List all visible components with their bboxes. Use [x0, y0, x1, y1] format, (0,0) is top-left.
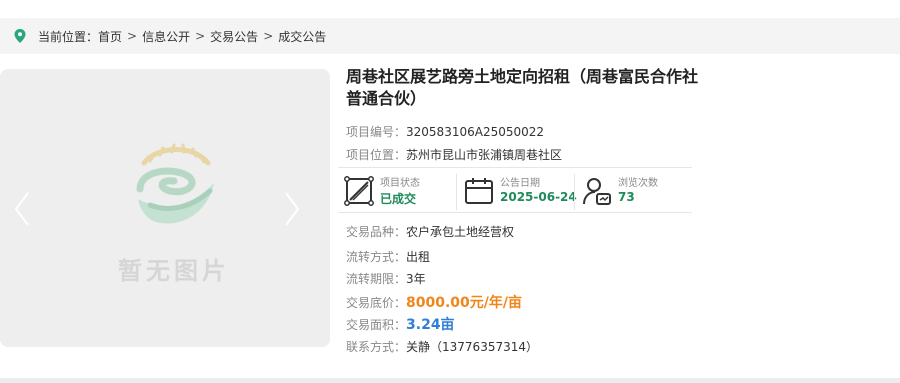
variety-row: 交易品种：农户承包土地经营权 [346, 223, 514, 240]
breadcrumb-separator: > [127, 29, 138, 43]
breadcrumb-deal-notice[interactable]: 成交公告 [278, 28, 326, 45]
area-row: 交易面积：3.24亩 [346, 314, 455, 334]
status-value: 已成交 [380, 192, 417, 206]
divider [574, 174, 575, 210]
calendar-icon [465, 178, 493, 204]
bottom-divider [0, 378, 900, 383]
term-row: 流转期限：3年 [346, 270, 426, 287]
chevron-left-icon[interactable] [12, 191, 32, 227]
status-label: 项目状态 [380, 178, 420, 189]
project-stats: 项目状态 已成交 公告日期 2025-06-24 浏览次数 73 [338, 167, 692, 213]
area-value: 3.24亩 [406, 317, 455, 333]
top-bar [0, 0, 900, 18]
transfer-method-row: 流转方式：出租 [346, 248, 430, 265]
views-label: 浏览次数 [618, 178, 658, 189]
location-pin-icon [14, 29, 26, 43]
placeholder-logo-icon [136, 143, 214, 224]
project-number-row: 项目编号：320583106A25050022 [346, 123, 544, 140]
project-location-row: 项目位置：苏州市昆山市张浦镇周巷社区 [346, 146, 562, 163]
term-value: 3年 [406, 272, 426, 286]
views-value: 73 [618, 190, 635, 204]
contact-row: 联系方式：关静（13776357314） [346, 338, 538, 355]
breadcrumb-separator: > [195, 29, 206, 43]
contact-label: 联系方式： [346, 340, 407, 354]
project-number-label: 项目编号： [346, 125, 407, 139]
price-label: 交易底价： [346, 296, 407, 310]
project-location-value: 苏州市昆山市张浦镇周巷社区 [406, 148, 563, 162]
transfer-method-label: 流转方式： [346, 250, 407, 264]
breadcrumb-trade-notice[interactable]: 交易公告 [210, 28, 258, 45]
variety-value: 农户承包土地经营权 [406, 225, 515, 239]
project-number-value: 320583106A25050022 [406, 125, 545, 139]
date-value: 2025-06-24 [500, 190, 577, 204]
project-info: 周巷社区展艺路旁土地定向招租（周巷富民合作社普通合伙） [346, 66, 706, 110]
no-image-text: 暂无图片 [118, 257, 230, 285]
image-gallery: 暂无图片 [0, 69, 330, 347]
contact-value: 关静（13776357314） [406, 340, 538, 354]
divider [456, 174, 457, 210]
variety-label: 交易品种： [346, 225, 407, 239]
transfer-method-value: 出租 [406, 250, 431, 264]
project-location-label: 项目位置： [346, 148, 407, 162]
breadcrumb-separator: > [263, 29, 274, 43]
breadcrumb-home[interactable]: 首页 [98, 28, 122, 45]
breadcrumb-prefix: 当前位置： [38, 29, 99, 44]
chevron-right-icon[interactable] [282, 191, 302, 227]
price-row: 交易底价：8000.00元/年/亩 [346, 292, 522, 312]
term-label: 流转期限： [346, 272, 407, 286]
user-views-icon [583, 178, 611, 205]
date-label: 公告日期 [500, 178, 540, 189]
breadcrumb: 当前位置： 首页 > 信息公开 > 交易公告 > 成交公告 [0, 18, 900, 54]
main-content: 暂无图片 周巷社区展艺路旁土地定向招租（周巷富民合作社普通合伙） 项目编号：32… [0, 54, 900, 379]
status-icon [344, 176, 374, 206]
price-value: 8000.00元/年/亩 [406, 295, 523, 311]
breadcrumb-info-public[interactable]: 信息公开 [142, 28, 190, 45]
project-title: 周巷社区展艺路旁土地定向招租（周巷富民合作社普通合伙） [346, 67, 699, 108]
area-label: 交易面积： [346, 318, 407, 332]
